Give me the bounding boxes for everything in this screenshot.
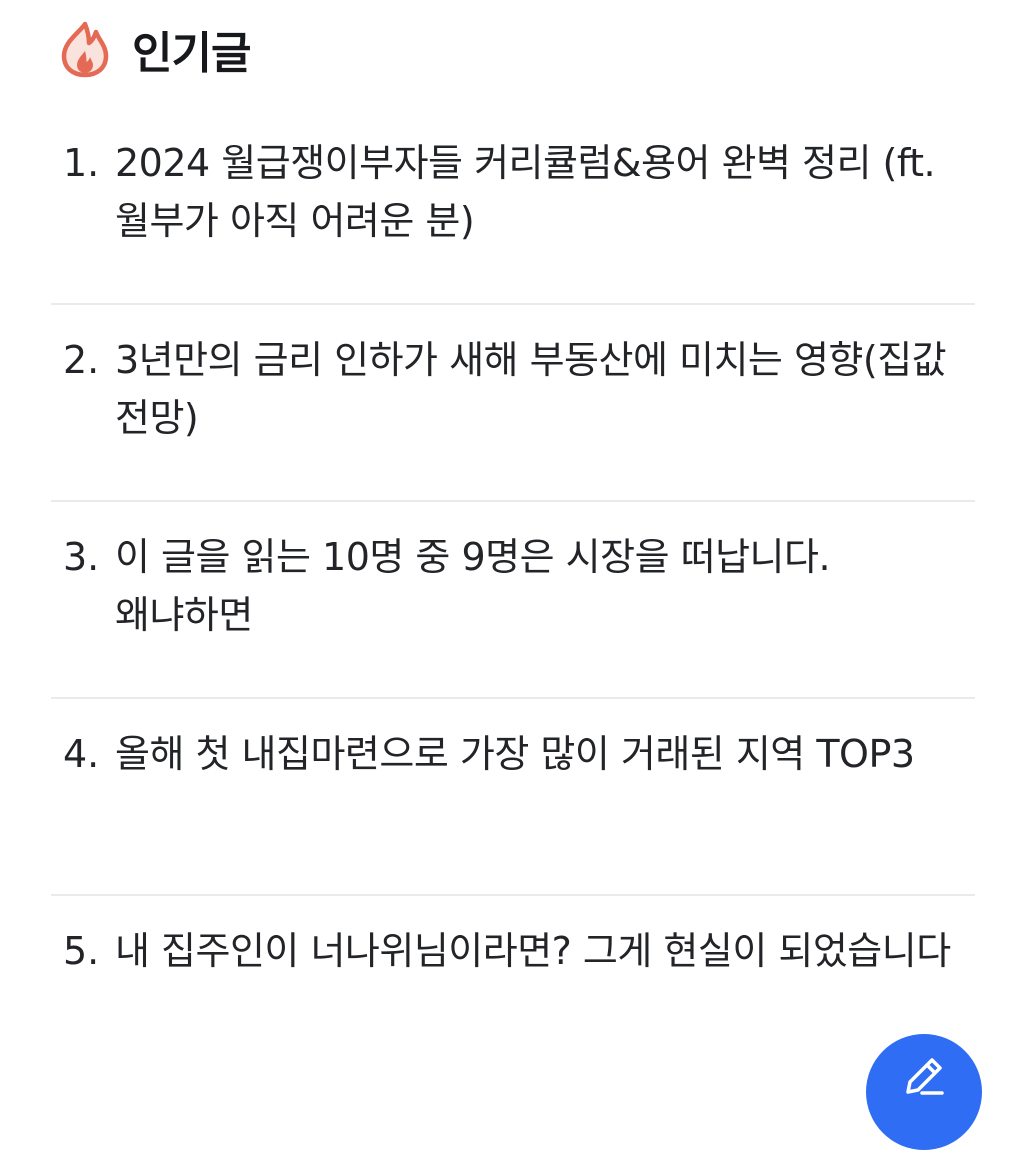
post-rank: 2. xyxy=(63,338,100,382)
popular-post-list: 1. 2024 월급쟁이부자들 커리큘럼&용어 완벽 정리 (ft. 월부가 아… xyxy=(51,108,975,1093)
pencil-icon xyxy=(900,1058,948,1118)
post-rank: 5. xyxy=(63,929,100,973)
write-post-button[interactable] xyxy=(866,1034,982,1150)
post-item[interactable]: 4. 올해 첫 내집마련으로 가장 많이 거래된 지역 TOP3 xyxy=(51,699,975,896)
post-rank: 3. xyxy=(63,535,100,579)
post-rank: 4. xyxy=(63,732,100,776)
post-title: 3년만의 금리 인하가 새해 부동산에 미치는 영향(집값 전망) xyxy=(115,338,947,440)
post-item[interactable]: 2. 3년만의 금리 인하가 새해 부동산에 미치는 영향(집값 전망) xyxy=(51,305,975,502)
post-title: 2024 월급쟁이부자들 커리큘럼&용어 완벽 정리 (ft. 월부가 아직 어… xyxy=(115,141,936,243)
post-title: 내 집주인이 너나위님이라면? 그게 현실이 되었습니다 xyxy=(115,929,951,973)
post-rank: 1. xyxy=(63,141,100,185)
post-item[interactable]: 5. 내 집주인이 너나위님이라면? 그게 현실이 되었습니다 xyxy=(51,896,975,1093)
fire-icon xyxy=(58,20,112,78)
page-title: 인기글 xyxy=(132,28,251,79)
post-title: 올해 첫 내집마련으로 가장 많이 거래된 지역 TOP3 xyxy=(115,732,915,776)
section-header: 인기글 xyxy=(58,18,251,80)
post-title: 이 글을 읽는 10명 중 9명은 시장을 떠납니다. 왜냐하면 xyxy=(115,535,831,637)
post-item[interactable]: 1. 2024 월급쟁이부자들 커리큘럼&용어 완벽 정리 (ft. 월부가 아… xyxy=(51,108,975,305)
post-item[interactable]: 3. 이 글을 읽는 10명 중 9명은 시장을 떠납니다. 왜냐하면 xyxy=(51,502,975,699)
